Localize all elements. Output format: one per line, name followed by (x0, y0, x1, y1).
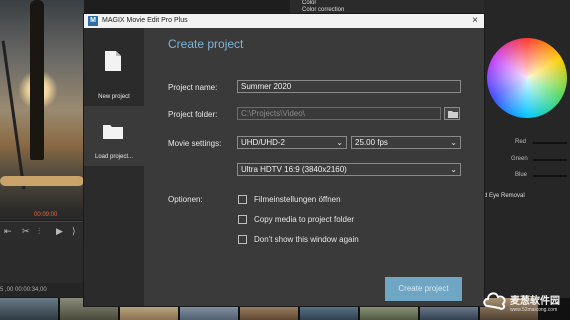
blue-label: Blue (515, 172, 528, 178)
format-select[interactable]: Ultra HDTV 16:9 (3840x2160) ⌄ (237, 163, 461, 176)
movie-settings-label: Movie settings: (168, 139, 222, 148)
dialog-title: MAGIX Movie Edit Pro Plus (102, 17, 188, 24)
chevron-down-icon: ⌄ (450, 165, 457, 174)
menu-item-color[interactable]: Color (288, 0, 456, 7)
resolution-select[interactable]: UHD/UHD-2 ⌄ (237, 136, 347, 149)
dialog-heading: Create project (168, 37, 244, 51)
green-slider[interactable] (533, 159, 567, 161)
timeline-track[interactable] (0, 241, 84, 283)
options-label: Optionen: (168, 195, 203, 204)
color-wheel[interactable] (487, 38, 567, 118)
copy-media-label[interactable]: Copy media to project folder (254, 215, 354, 224)
create-project-dialog: M MAGIX Movie Edit Pro Plus × New projec… (84, 14, 484, 306)
browse-folder-button[interactable] (444, 107, 460, 120)
eye-removal-label[interactable]: d Eye Removal (484, 193, 525, 199)
sidebar-item-label: Load project... (94, 154, 134, 160)
folder-icon (103, 125, 123, 139)
dont-show-again-label[interactable]: Don't show this window again (254, 235, 359, 244)
forward-icon[interactable]: ⟩ (72, 226, 76, 237)
chevron-down-icon: ⌄ (336, 138, 343, 147)
split-icon[interactable]: ⫶ (38, 226, 40, 237)
project-name-label: Project name: (168, 83, 218, 92)
green-label: Green (511, 156, 528, 162)
blue-slider[interactable] (533, 175, 567, 177)
paddle-board (0, 176, 84, 186)
new-file-icon (105, 51, 121, 71)
sidebar-item-load-project[interactable]: Load project... (84, 106, 144, 166)
play-icon[interactable]: ▶ (56, 226, 63, 237)
fps-select[interactable]: 25.00 fps ⌄ (351, 136, 461, 149)
project-name-input[interactable]: Summer 2020 (237, 80, 461, 93)
magix-logo-icon: M (88, 16, 98, 26)
dont-show-again-checkbox[interactable] (238, 235, 247, 244)
rewind-icon[interactable]: ⇤ (4, 226, 12, 237)
sidebar-item-label: New project (98, 94, 130, 100)
paddle (1, 40, 26, 190)
close-icon[interactable]: × (472, 15, 478, 27)
project-folder-input[interactable]: C:\Projects\Video\ (237, 107, 441, 120)
cloud-logo-icon (483, 292, 506, 310)
format-value: Ultra HDTV 16:9 (3840x2160) (241, 165, 347, 174)
red-label: Red (515, 139, 527, 145)
video-preview (0, 0, 84, 212)
project-folder-label: Project folder: (168, 110, 218, 119)
dialog-sidebar: New project Load project... (84, 28, 144, 306)
open-movie-settings-checkbox[interactable] (238, 195, 247, 204)
create-project-button[interactable]: Create project (385, 277, 462, 301)
timeline-ruler: 5 ,00 00:00:34,00 (0, 283, 84, 297)
preview-timecode: 00:09:00 (34, 212, 58, 218)
sidebar-item-new-project[interactable]: New project (84, 28, 144, 106)
folder-icon (448, 111, 458, 118)
watermark: 麦葱软件园 www.52maicong.com (476, 282, 570, 320)
dialog-main: Create project Project name: Summer 2020… (144, 28, 484, 306)
watermark-title: 麦葱软件园 (510, 296, 560, 307)
transport-controls[interactable]: ⇤ ✂ ⫶ ▶ ⟩ (0, 221, 84, 242)
red-slider[interactable] (533, 142, 567, 144)
thumbnail[interactable] (0, 298, 58, 320)
effects-menu[interactable]: Color Color correction (288, 0, 456, 14)
dialog-titlebar[interactable]: M MAGIX Movie Edit Pro Plus × (84, 14, 484, 28)
menu-item-color-correction[interactable]: Color correction (288, 7, 456, 14)
open-movie-settings-label[interactable]: Filmeinstellungen öffnen (254, 195, 341, 204)
cut-icon[interactable]: ✂ (22, 226, 30, 237)
chevron-down-icon: ⌄ (450, 138, 457, 147)
resolution-value: UHD/UHD-2 (241, 138, 285, 147)
watermark-url: www.52maicong.com (510, 307, 558, 313)
person-silhouette (30, 0, 44, 160)
fps-value: 25.00 fps (355, 138, 388, 147)
copy-media-checkbox[interactable] (238, 215, 247, 224)
